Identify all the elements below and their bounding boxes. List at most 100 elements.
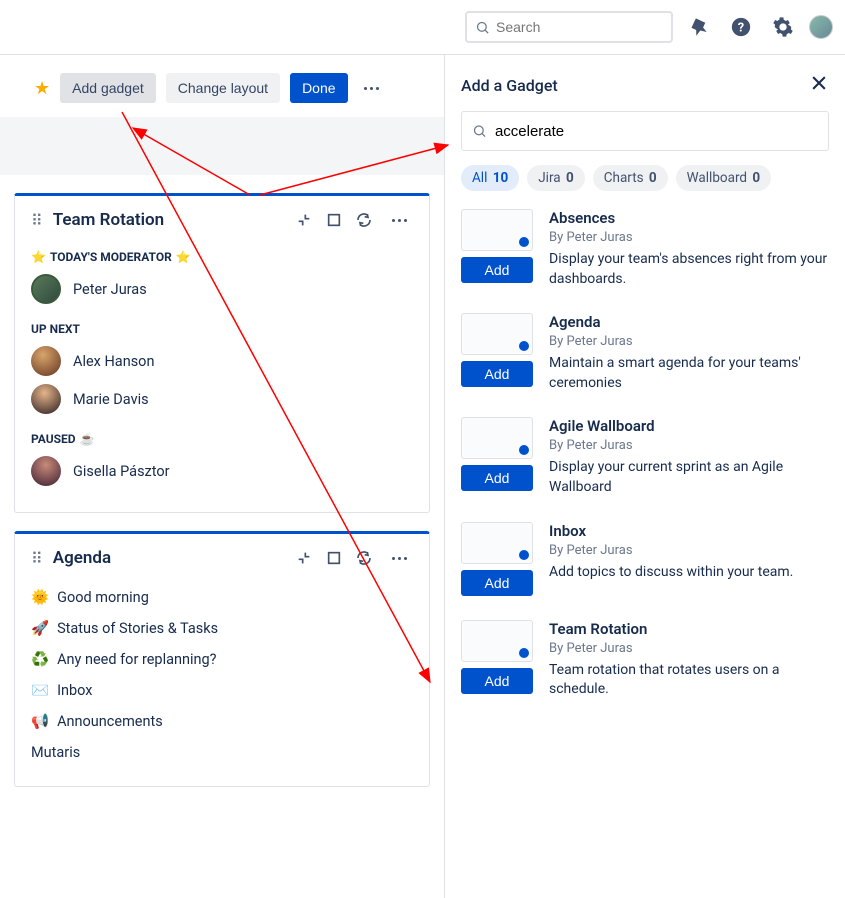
add-gadget-item-button[interactable]: Add: [461, 570, 533, 596]
user-avatar[interactable]: [809, 15, 833, 39]
notifications-icon[interactable]: [683, 11, 715, 43]
emoji-icon: ✉️: [31, 682, 49, 699]
search-input[interactable]: [496, 19, 663, 35]
gadget-author: By Peter Juras: [549, 543, 793, 558]
gadget-thumbnail: [461, 417, 533, 459]
filter-chip-all[interactable]: All 10: [461, 165, 519, 191]
gadget-thumbnail: [461, 522, 533, 564]
settings-icon[interactable]: [767, 11, 799, 43]
card-team-rotation: ⠿ Team Rotation ⭐TODAY'S MODERATOR⭐ Pete…: [14, 193, 430, 513]
maximize-icon[interactable]: [326, 212, 342, 228]
agenda-text: Good morning: [57, 589, 149, 606]
agenda-item[interactable]: ✉️ Inbox: [31, 675, 413, 706]
search-icon: [475, 20, 490, 35]
gadget-thumbnail: [461, 209, 533, 251]
more-icon[interactable]: [358, 81, 385, 96]
gadget-item: Add Agenda By Peter Juras Maintain a smart …: [461, 313, 829, 393]
gadget-search[interactable]: [461, 111, 829, 151]
gadget-title: Agenda: [549, 313, 829, 331]
filter-chip-wallboard[interactable]: Wallboard 0: [676, 165, 771, 191]
add-gadget-button[interactable]: Add gadget: [60, 73, 156, 103]
gadget-search-input[interactable]: [495, 123, 818, 140]
gadget-author: By Peter Juras: [549, 641, 829, 656]
person-name: Peter Juras: [73, 281, 147, 298]
up-next-row: Alex Hanson: [31, 346, 413, 376]
help-icon[interactable]: ?: [725, 11, 757, 43]
gadget-title: Team Rotation: [549, 620, 829, 638]
card-agenda: ⠿ Agenda 🌞 Good morning 🚀Status of Stories…: [14, 531, 430, 787]
search-icon: [472, 123, 487, 139]
emoji-icon: 🌞: [31, 589, 49, 606]
gadget-author: By Peter Juras: [549, 334, 829, 349]
drag-handle-icon[interactable]: ⠿: [31, 549, 43, 568]
filter-chip-jira[interactable]: Jira 0: [527, 165, 584, 191]
dashboard-column: ★ Add gadget Change layout Done ⠿ Team R…: [0, 55, 444, 898]
avatar: [31, 456, 61, 486]
up-next-row: Marie Davis: [31, 384, 413, 414]
minimize-icon[interactable]: [296, 212, 312, 228]
agenda-text: Announcements: [57, 713, 163, 730]
panel-title: Add a Gadget: [461, 76, 558, 95]
refresh-icon[interactable]: [356, 550, 372, 566]
minimize-icon[interactable]: [296, 550, 312, 566]
gadget-thumbnail: [461, 313, 533, 355]
agenda-item[interactable]: Mutaris: [31, 737, 413, 768]
add-gadget-item-button[interactable]: Add: [461, 668, 533, 694]
person-name: Gisella Pásztor: [73, 463, 170, 480]
agenda-item[interactable]: 🚀Status of Stories & Tasks: [31, 613, 413, 644]
maximize-icon[interactable]: [326, 550, 342, 566]
done-button[interactable]: Done: [290, 73, 347, 103]
close-icon[interactable]: [809, 73, 829, 97]
agenda-item[interactable]: ♻️ Any need for replanning?: [31, 644, 413, 675]
dashboard-toolbar: ★ Add gadget Change layout Done: [0, 73, 444, 117]
emoji-icon: ♻️: [31, 651, 49, 668]
gadget-panel: Add a Gadget All 10 Jira 0 Charts 0 Wallboa…: [444, 55, 845, 898]
emoji-icon: 📢: [31, 713, 49, 730]
avatar: [31, 384, 61, 414]
agenda-item[interactable]: 📢 Announcements: [31, 706, 413, 737]
gadget-author: By Peter Juras: [549, 230, 829, 245]
change-layout-button[interactable]: Change layout: [166, 73, 280, 103]
gadget-item: Add Agile Wallboard By Peter Juras Display …: [461, 417, 829, 497]
card-title: Agenda: [53, 548, 111, 568]
gadget-description: Display your current sprint as an Agile …: [549, 458, 829, 497]
person-name: Marie Davis: [73, 391, 149, 408]
gadget-title: Inbox: [549, 522, 793, 540]
gadget-description: Team rotation that rotates users on a sc…: [549, 661, 829, 700]
star-icon[interactable]: ★: [34, 78, 50, 99]
gadget-description: Maintain a smart agenda for your teams' …: [549, 354, 829, 393]
gadget-item: Add Inbox By Peter Juras Add topics to disc…: [461, 522, 829, 596]
person-name: Alex Hanson: [73, 353, 154, 370]
agenda-item[interactable]: 🌞 Good morning: [31, 582, 413, 613]
add-gadget-item-button[interactable]: Add: [461, 361, 533, 387]
add-gadget-item-button[interactable]: Add: [461, 257, 533, 283]
drop-zone: [0, 117, 444, 175]
topbar: ?: [0, 0, 845, 55]
gadget-description: Add topics to discuss within your team.: [549, 563, 793, 583]
agenda-text: Status of Stories & Tasks: [57, 620, 218, 637]
gadget-title: Absences: [549, 209, 829, 227]
agenda-text: Inbox: [57, 682, 92, 699]
paused-label: PAUSED ☕: [31, 432, 413, 446]
gadget-title: Agile Wallboard: [549, 417, 829, 435]
add-gadget-item-button[interactable]: Add: [461, 465, 533, 491]
avatar: [31, 346, 61, 376]
global-search[interactable]: [465, 11, 673, 43]
gadget-item: Add Absences By Peter Juras Display your te…: [461, 209, 829, 289]
card-more-icon[interactable]: [386, 551, 413, 566]
filter-chips: All 10 Jira 0 Charts 0 Wallboard 0: [461, 165, 829, 191]
refresh-icon[interactable]: [356, 212, 372, 228]
filter-chip-charts[interactable]: Charts 0: [593, 165, 668, 191]
gadget-author: By Peter Juras: [549, 438, 829, 453]
agenda-text: Any need for replanning?: [57, 651, 216, 668]
today-moderator-label: ⭐TODAY'S MODERATOR⭐: [31, 250, 413, 264]
paused-row: Gisella Pásztor: [31, 456, 413, 486]
up-next-label: UP NEXT: [31, 322, 413, 336]
agenda-text: Mutaris: [31, 744, 80, 761]
drag-handle-icon[interactable]: ⠿: [31, 211, 43, 230]
gadget-item: Add Team Rotation By Peter Juras Team rotat…: [461, 620, 829, 700]
gadget-description: Display your team's absences right from …: [549, 250, 829, 289]
gadget-thumbnail: [461, 620, 533, 662]
svg-text:?: ?: [738, 21, 744, 36]
card-more-icon[interactable]: [386, 213, 413, 228]
